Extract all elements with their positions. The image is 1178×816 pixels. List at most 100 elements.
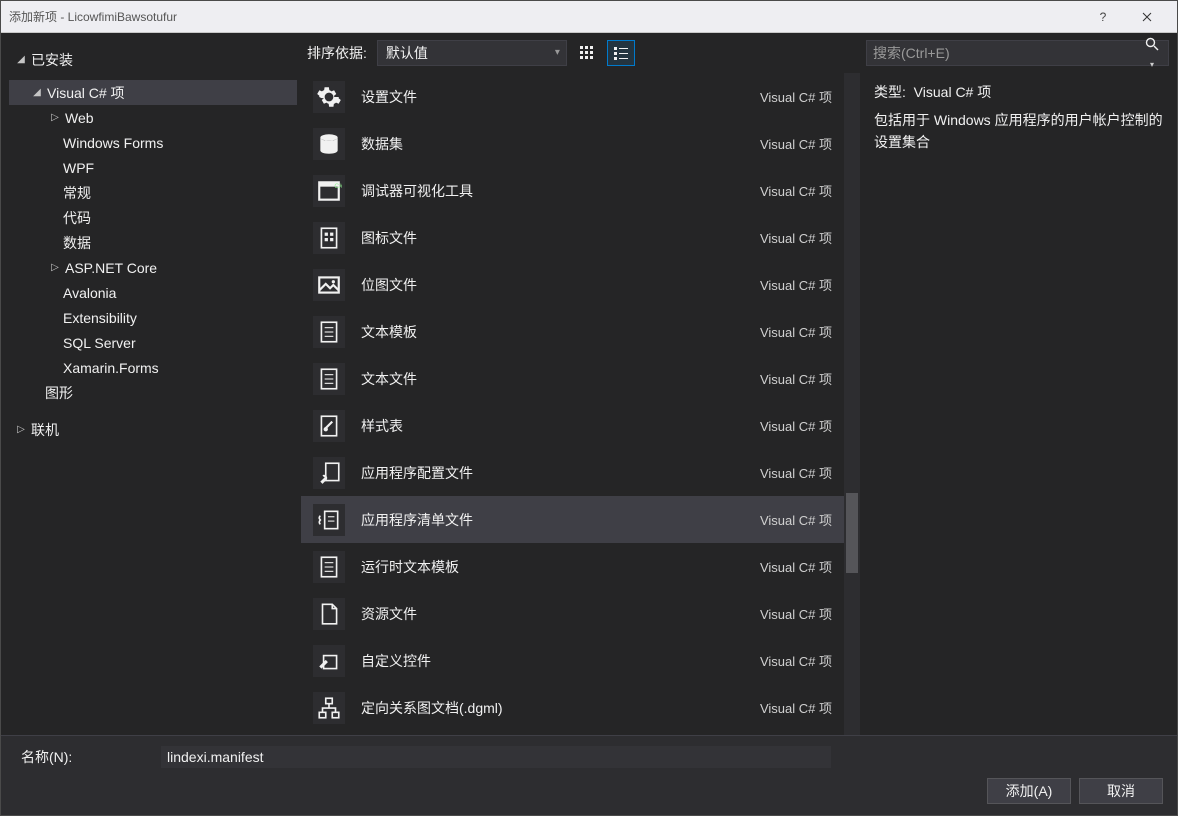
template-item[interactable]: 运行时文本模板Visual C# 项 — [301, 543, 844, 590]
search-placeholder: 搜索(Ctrl+E) — [873, 43, 950, 63]
template-name: 调试器可视化工具 — [361, 181, 744, 201]
template-item[interactable]: 定向关系图文档(.dgml)Visual C# 项 — [301, 684, 844, 731]
add-button[interactable]: 添加(A) — [987, 778, 1071, 804]
tree-item-avalonia[interactable]: Avalonia — [9, 280, 297, 305]
template-item[interactable]: 样式表Visual C# 项 — [301, 402, 844, 449]
tree-label: 常规 — [63, 183, 91, 203]
help-button[interactable]: ? — [1081, 2, 1125, 32]
file-brush-icon — [313, 410, 345, 442]
search-input[interactable]: 搜索(Ctrl+E) ▾ — [866, 40, 1169, 66]
template-item[interactable]: 应用程序清单文件 Visual C# 项 — [301, 496, 844, 543]
chevron-right-icon: ▷ — [15, 424, 27, 436]
scrollbar[interactable] — [844, 73, 860, 735]
sort-label: 排序依据: — [307, 43, 371, 63]
file-grid-icon — [313, 222, 345, 254]
category-tree[interactable]: ◢ 已安装 ◢ Visual C# 项 ▷ Web Windows Forms … — [1, 33, 301, 735]
tree-item-data[interactable]: 数据 — [9, 230, 297, 255]
template-item[interactable]: 资源文件 Visual C# 项 — [301, 590, 844, 637]
tree-label: Windows Forms — [63, 135, 163, 151]
tree-label: WPF — [63, 160, 94, 176]
template-item[interactable]: 自定义控件Visual C# 项 — [301, 637, 844, 684]
tree-label: 已安装 — [31, 50, 73, 70]
tree-item-aspnetcore[interactable]: ▷ ASP.NET Core — [9, 255, 297, 280]
name-input[interactable] — [161, 746, 831, 768]
tree-visual-csharp[interactable]: ◢ Visual C# 项 — [9, 80, 297, 105]
template-item[interactable]: 应用程序配置文件 Visual C# 项 — [301, 449, 844, 496]
sort-value: 默认值 — [386, 43, 428, 63]
tree-item-code[interactable]: 代码 — [9, 205, 297, 230]
template-name: 应用程序配置文件 — [361, 463, 744, 483]
tree-item-web[interactable]: ▷ Web — [9, 105, 297, 130]
window-icon: C# — [313, 175, 345, 207]
tree-label: 代码 — [63, 208, 91, 228]
template-name: 图标文件 — [361, 228, 744, 248]
diagram-icon — [313, 692, 345, 724]
search-icon[interactable]: ▾ — [1142, 37, 1162, 70]
tree-label: Visual C# 项 — [47, 83, 125, 103]
template-name: 文本模板 — [361, 322, 744, 342]
tree-label: Xamarin.Forms — [63, 360, 159, 376]
template-name: 资源文件 — [361, 604, 744, 624]
template-item[interactable]: 文本文件Visual C# 项 — [301, 355, 844, 402]
tree-label: 图形 — [45, 383, 73, 403]
gear-icon — [313, 81, 345, 113]
template-type: Visual C# 项 — [760, 604, 832, 623]
type-value: Visual C# 项 — [914, 84, 992, 100]
cancel-button[interactable]: 取消 — [1079, 778, 1163, 804]
tree-item-sqlserver[interactable]: SQL Server — [9, 330, 297, 355]
template-type: Visual C# 项 — [760, 651, 832, 670]
template-type: Visual C# 项 — [760, 510, 832, 529]
tree-item-extensibility[interactable]: Extensibility — [9, 305, 297, 330]
template-type: Visual C# 项 — [760, 463, 832, 482]
tree-label: Avalonia — [63, 285, 116, 301]
name-label: 名称(N): — [21, 747, 81, 767]
template-item[interactable]: 位图文件Visual C# 项 — [301, 261, 844, 308]
tree-online[interactable]: ▷ 联机 — [9, 417, 297, 442]
close-button[interactable] — [1125, 2, 1169, 32]
template-type: Visual C# 项 — [760, 228, 832, 247]
tree-label: SQL Server — [63, 335, 136, 351]
file-lines-icon — [313, 363, 345, 395]
tree-item-wpf[interactable]: WPF — [9, 155, 297, 180]
chevron-down-icon: ▾ — [555, 47, 560, 58]
tree-item-general[interactable]: 常规 — [9, 180, 297, 205]
tree-installed[interactable]: ◢ 已安装 — [9, 47, 297, 72]
tree-graphics[interactable]: 图形 — [9, 380, 297, 405]
svg-text:C#: C# — [334, 182, 342, 189]
template-item[interactable]: 设置文件 Visual C# 项 — [301, 73, 844, 120]
template-name: 数据集 — [361, 134, 744, 154]
tree-item-winforms[interactable]: Windows Forms — [9, 130, 297, 155]
db-icon — [313, 128, 345, 160]
template-name: 应用程序清单文件 — [361, 510, 744, 530]
view-grid-button[interactable] — [573, 40, 601, 66]
scrollbar-thumb[interactable] — [846, 493, 858, 573]
type-label: 类型: — [874, 84, 906, 100]
template-list[interactable]: 设置文件Visual C# 项数据集Visual C# 项C#调试器可视化工具V… — [301, 73, 860, 735]
file-lines-icon — [313, 551, 345, 583]
sort-bar: 排序依据: 默认值 ▾ — [301, 33, 860, 73]
view-list-button[interactable] — [607, 40, 635, 66]
template-type: Visual C# 项 — [760, 87, 832, 106]
template-name: 位图文件 — [361, 275, 744, 295]
template-description: 类型: Visual C# 项 包括用于 Windows 应用程序的用户帐户控制… — [860, 73, 1177, 161]
tree-label: 联机 — [31, 420, 59, 440]
wrench-file-icon — [313, 457, 345, 489]
tree-item-xamarinforms[interactable]: Xamarin.Forms — [9, 355, 297, 380]
template-type: Visual C# 项 — [760, 322, 832, 341]
chevron-down-icon: ◢ — [15, 54, 27, 66]
template-name: 设置文件 — [361, 87, 744, 107]
template-item[interactable]: 数据集Visual C# 项 — [301, 120, 844, 167]
description-text: 包括用于 Windows 应用程序的用户帐户控制的设置集合 — [874, 109, 1163, 153]
chevron-right-icon: ▷ — [49, 112, 61, 124]
detail-panel: 搜索(Ctrl+E) ▾ 类型: Visual C# 项 包括用于 Window… — [860, 33, 1177, 735]
template-item[interactable]: 文本模板 Visual C# 项 — [301, 308, 844, 355]
main-area: ◢ 已安装 ◢ Visual C# 项 ▷ Web Windows Forms … — [1, 33, 1177, 735]
template-item[interactable]: 图标文件 Visual C# 项 — [301, 214, 844, 261]
template-type: Visual C# 项 — [760, 698, 832, 717]
tree-label: Extensibility — [63, 310, 137, 326]
chevron-down-icon: ◢ — [31, 87, 43, 99]
sort-combo[interactable]: 默认值 ▾ — [377, 40, 567, 66]
file-lines-icon — [313, 316, 345, 348]
template-item[interactable]: C#调试器可视化工具Visual C# 项 — [301, 167, 844, 214]
template-name: 样式表 — [361, 416, 744, 436]
